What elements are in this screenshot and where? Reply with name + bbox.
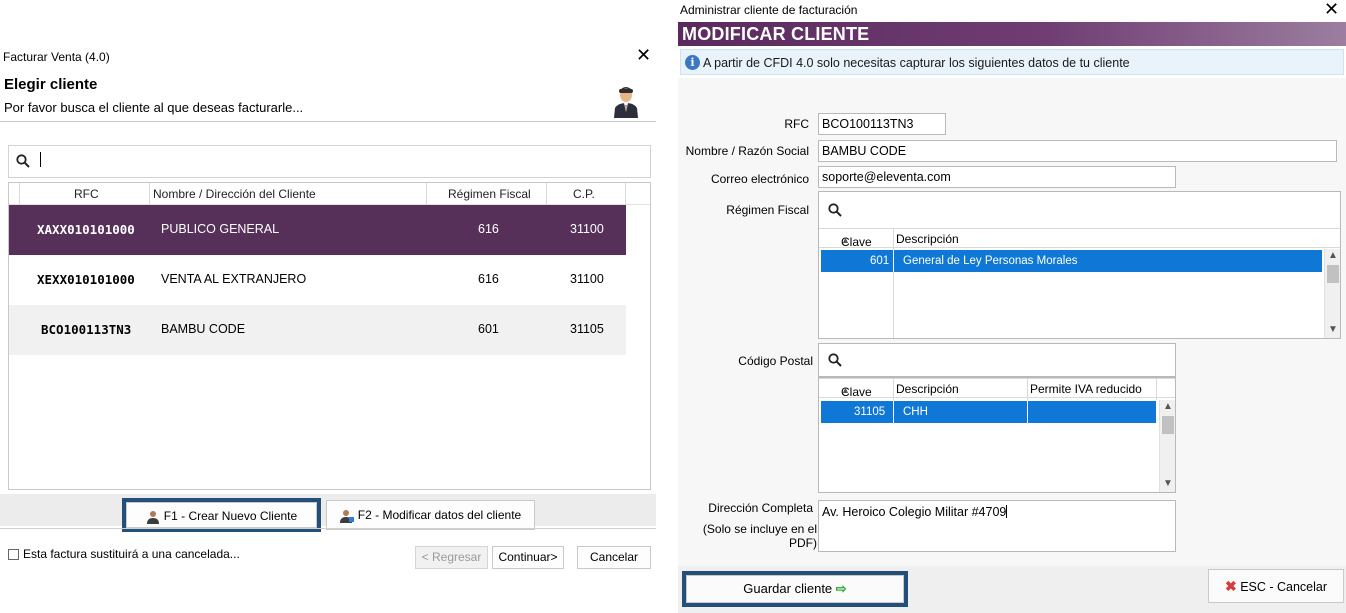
cell-cp: 31100 bbox=[570, 222, 604, 236]
search-icon bbox=[828, 203, 842, 217]
column-header-nombre[interactable]: Nombre / Dirección del Cliente bbox=[153, 187, 316, 201]
search-icon bbox=[16, 154, 30, 168]
cell-nombre: VENTA AL EXTRANJERO bbox=[161, 272, 307, 286]
modificar-cliente-dialog: Administrar cliente de facturación ✕ MOD… bbox=[678, 0, 1346, 613]
sort-asc-icon: ▲ bbox=[841, 235, 850, 245]
direccion-value: Av. Heroico Colegio Militar #4709 bbox=[822, 505, 1007, 519]
text-caret bbox=[40, 152, 41, 167]
cell-rfc: XAXX010101000 bbox=[37, 222, 135, 237]
user-edit-icon bbox=[339, 509, 354, 523]
sort-asc-icon: ▲ bbox=[841, 385, 850, 395]
cell-rfc: BCO100113TN3 bbox=[41, 322, 132, 337]
info-icon: i bbox=[685, 55, 700, 70]
close-icon[interactable]: ✕ bbox=[636, 46, 651, 64]
column-header-cp[interactable]: C.P. bbox=[573, 187, 595, 201]
search-icon bbox=[828, 353, 842, 367]
clients-table: RFC Nombre / Dirección del Cliente Régim… bbox=[8, 182, 651, 490]
cp-label: Código Postal bbox=[738, 354, 813, 368]
correo-label: Correo electrónico bbox=[710, 172, 809, 186]
scroll-down-icon[interactable]: ▼ bbox=[1163, 478, 1173, 489]
nombre-field[interactable]: BAMBU CODE bbox=[818, 140, 1337, 162]
regimen-scrollbar[interactable]: ▲ ▼ bbox=[1324, 249, 1340, 338]
banner-title: MODIFICAR CLIENTE bbox=[682, 24, 870, 44]
esc-cancel-button[interactable]: ✖ ESC - Cancelar bbox=[1208, 569, 1344, 603]
page-title: Elegir cliente bbox=[4, 76, 98, 93]
cell-cp: 31100 bbox=[570, 272, 604, 286]
cell-descripcion: General de Ley Personas Morales bbox=[903, 255, 1078, 267]
header-divider bbox=[0, 121, 656, 122]
direccion-textarea[interactable]: Av. Heroico Colegio Militar #4709 bbox=[818, 500, 1176, 552]
regimen-lookup: Clave ▲ Descripción 601 General de Ley P… bbox=[818, 191, 1341, 339]
column-header-descripcion[interactable]: Descripción bbox=[896, 232, 959, 246]
nombre-label: Nombre / Razón Social bbox=[685, 144, 809, 158]
cp-search-input[interactable] bbox=[818, 343, 1176, 377]
info-text: A partir de CFDI 4.0 solo necesitas capt… bbox=[703, 56, 1130, 70]
text-caret bbox=[1006, 505, 1008, 518]
cell-nombre: BAMBU CODE bbox=[161, 322, 246, 336]
cell-nombre: PUBLICO GENERAL bbox=[161, 222, 280, 236]
modify-client-label: F2 - Modificar datos del cliente bbox=[357, 508, 522, 522]
footer-divider bbox=[0, 528, 656, 529]
save-client-button[interactable]: Guardar cliente ⇨ bbox=[686, 575, 904, 603]
column-header-descripcion[interactable]: Descripción bbox=[896, 382, 959, 396]
cell-rfc: XEXX010101000 bbox=[37, 272, 135, 287]
direccion-note: (Solo se incluye en el PDF) bbox=[702, 522, 817, 550]
window-title: Administrar cliente de facturación bbox=[680, 3, 858, 17]
close-red-icon: ✖ bbox=[1224, 578, 1237, 594]
table-header: RFC Nombre / Dirección del Cliente Régim… bbox=[9, 183, 650, 205]
scroll-thumb[interactable] bbox=[1162, 416, 1174, 434]
client-search-input[interactable] bbox=[8, 145, 651, 178]
scroll-thumb[interactable] bbox=[1327, 265, 1339, 283]
cell-cp: 31105 bbox=[570, 322, 604, 336]
create-client-label: F1 - Crear Nuevo Cliente bbox=[163, 509, 298, 523]
user-avatar-icon bbox=[614, 87, 638, 118]
cell-clave: 31105 bbox=[854, 406, 886, 418]
cp-lookup: Clave ▲ Descripción Permite IVA reducido… bbox=[818, 377, 1176, 493]
info-message: i A partir de CFDI 4.0 solo necesitas ca… bbox=[680, 49, 1344, 75]
page-subtitle: Por favor busca el cliente al que deseas… bbox=[4, 100, 304, 115]
user-icon bbox=[146, 510, 159, 524]
cell-descripcion: CHH bbox=[903, 406, 928, 418]
cancel-button[interactable]: Cancelar bbox=[577, 546, 651, 569]
table-row[interactable]: XEXX010101000 VENTA AL EXTRANJERO 616 31… bbox=[9, 255, 626, 305]
cp-scrollbar[interactable]: ▲ ▼ bbox=[1159, 400, 1175, 492]
continue-button[interactable]: Continuar> bbox=[492, 546, 564, 569]
scroll-up-icon[interactable]: ▲ bbox=[1328, 250, 1338, 261]
replaces-cancelled-checkbox[interactable] bbox=[8, 549, 19, 560]
column-header-iva[interactable]: Permite IVA reducido bbox=[1030, 382, 1142, 396]
scroll-down-icon[interactable]: ▼ bbox=[1328, 324, 1338, 335]
facturar-venta-dialog: Facturar Venta (4.0) ✕ Elegir cliente Po… bbox=[0, 44, 660, 613]
cp-row-selected[interactable]: 31105 CHH bbox=[821, 401, 1156, 423]
arrow-right-icon: ⇨ bbox=[835, 581, 847, 596]
regimen-search-input[interactable] bbox=[819, 192, 1340, 228]
back-button[interactable]: < Regresar bbox=[415, 546, 488, 569]
dialog-banner: MODIFICAR CLIENTE bbox=[678, 22, 1346, 46]
table-row[interactable]: XAXX010101000 PUBLICO GENERAL 616 31100 bbox=[9, 205, 626, 255]
cell-regimen: 616 bbox=[478, 222, 499, 236]
scroll-up-icon[interactable]: ▲ bbox=[1163, 401, 1173, 412]
regimen-table-header: Clave ▲ Descripción bbox=[819, 228, 1340, 249]
regimen-row-selected[interactable]: 601 General de Ley Personas Morales bbox=[821, 250, 1322, 272]
column-header-regimen[interactable]: Régimen Fiscal bbox=[448, 187, 531, 201]
modify-client-button[interactable]: F2 - Modificar datos del cliente bbox=[326, 500, 535, 530]
column-header-rfc[interactable]: RFC bbox=[74, 187, 99, 201]
cell-clave: 601 bbox=[870, 255, 890, 267]
esc-cancel-label: ESC - Cancelar bbox=[1240, 580, 1328, 594]
table-row[interactable]: BCO100113TN3 BAMBU CODE 601 31105 bbox=[9, 305, 626, 355]
direccion-label: Dirección Completa bbox=[708, 501, 813, 515]
email-field[interactable]: soporte@eleventa.com bbox=[818, 166, 1176, 188]
cell-regimen: 601 bbox=[478, 322, 499, 336]
save-client-label: Guardar cliente bbox=[743, 581, 833, 596]
close-icon[interactable]: ✕ bbox=[1324, 0, 1339, 18]
replaces-cancelled-label: Esta factura sustituirá a una cancelada.… bbox=[23, 547, 240, 561]
window-title: Facturar Venta (4.0) bbox=[3, 50, 110, 64]
create-client-button[interactable]: F1 - Crear Nuevo Cliente bbox=[126, 502, 317, 528]
cp-table-header: Clave ▲ Descripción Permite IVA reducido bbox=[819, 378, 1175, 399]
regimen-label: Régimen Fiscal bbox=[726, 203, 809, 217]
cell-regimen: 616 bbox=[478, 272, 499, 286]
rfc-field[interactable]: BCO100113TN3 bbox=[818, 113, 946, 135]
rfc-label: RFC bbox=[784, 117, 809, 131]
